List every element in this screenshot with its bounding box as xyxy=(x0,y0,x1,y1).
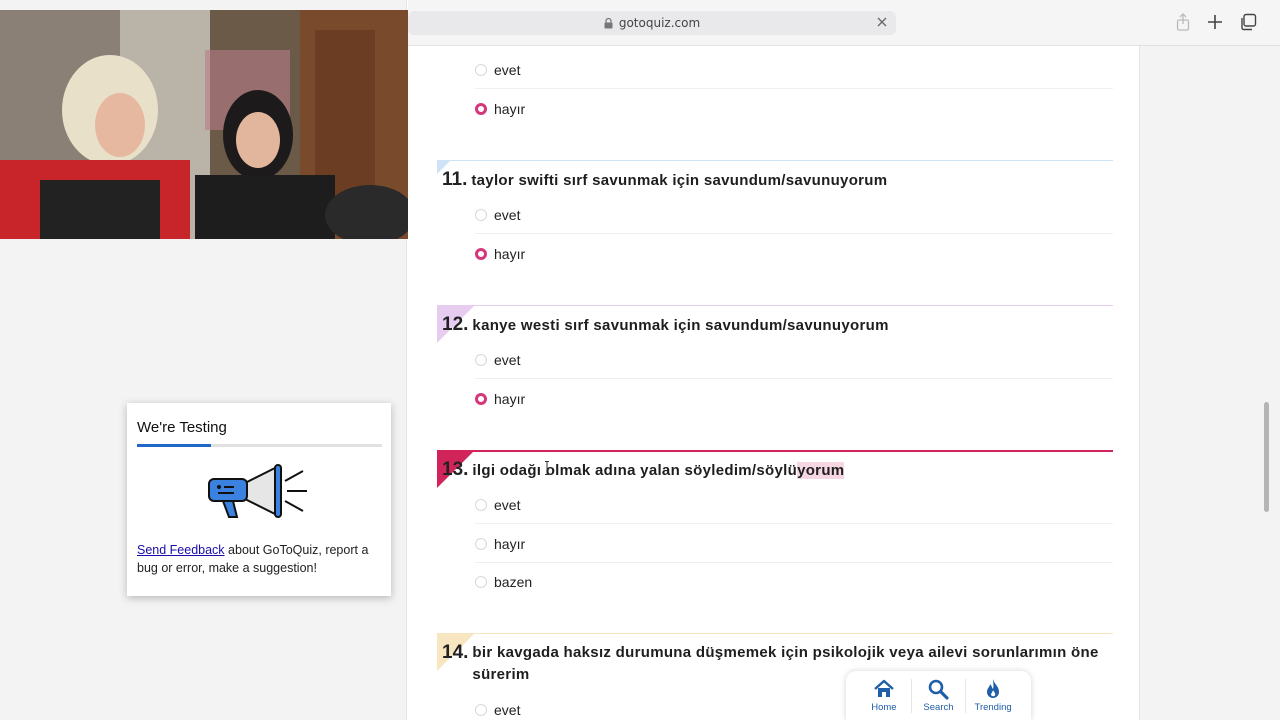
answer-label: hayır xyxy=(494,246,526,262)
answer-option[interactable]: hayır xyxy=(475,380,1113,418)
question-divider xyxy=(437,160,1113,161)
close-icon[interactable] xyxy=(876,16,888,28)
question-number: 14. xyxy=(442,642,469,663)
answer-label: hayır xyxy=(494,101,526,117)
radio-button[interactable] xyxy=(475,704,487,716)
answer-option[interactable]: bazen xyxy=(475,563,1113,601)
question-divider xyxy=(437,305,1113,306)
question-12: 12. kanye westi sırf savunmak için savun… xyxy=(437,305,1113,445)
answer-label: evet xyxy=(494,206,521,223)
question-13: 13. ilgi odağı olmak adına yalan söyledi… xyxy=(437,450,1113,630)
tab-overview-icon[interactable] xyxy=(1239,13,1257,31)
search-icon xyxy=(929,679,950,700)
answer-option[interactable]: evet xyxy=(475,196,1113,234)
answer-option[interactable]: hayır xyxy=(475,90,1113,128)
feedback-card-text: Send Feedback about GoToQuiz, report a b… xyxy=(137,541,387,577)
nav-search-label: Search xyxy=(923,702,954,713)
radio-button[interactable] xyxy=(475,63,487,76)
question-heading: 11. taylor swifti sırf savunmak için sav… xyxy=(442,169,887,192)
browser-toolbar: gotoquiz.com xyxy=(408,0,1280,46)
lock-icon xyxy=(604,17,613,28)
radio-button-checked[interactable] xyxy=(475,103,487,115)
bottom-navigation: Home Search Trending xyxy=(846,671,1031,720)
flame-icon xyxy=(987,679,1000,698)
nav-home-label: Home xyxy=(871,702,897,713)
question-11: 11. taylor swifti sırf savunmak için sav… xyxy=(437,160,1113,300)
nav-divider xyxy=(965,678,967,713)
selected-text-highlight: yorum xyxy=(797,462,845,479)
scrollbar-thumb[interactable] xyxy=(1264,402,1269,512)
question-number: 11. xyxy=(442,169,468,190)
webcam-video xyxy=(0,10,408,239)
feedback-card: We're Testing Send Feedback about GoToQu… xyxy=(127,403,391,596)
answer-label: evet xyxy=(494,496,521,513)
answer-option[interactable]: hayır xyxy=(475,525,1113,563)
right-page-background xyxy=(1140,0,1280,720)
text-cursor-icon xyxy=(545,461,549,475)
nav-divider xyxy=(910,678,912,713)
radio-button[interactable] xyxy=(475,353,487,366)
radio-button[interactable] xyxy=(475,537,487,550)
nav-trending[interactable]: Trending xyxy=(968,678,1018,713)
question-divider xyxy=(437,633,1113,634)
feedback-progress-fill xyxy=(137,444,211,447)
share-icon[interactable] xyxy=(1174,13,1192,31)
megaphone-icon xyxy=(208,464,307,518)
nav-trending-label: Trending xyxy=(974,702,1012,713)
answer-label: evet xyxy=(494,61,521,78)
answer-label: hayır xyxy=(494,391,526,407)
question-text: taylor swifti sırf savunmak için savundu… xyxy=(471,172,888,189)
radio-button[interactable] xyxy=(475,498,487,511)
answer-option[interactable]: evet xyxy=(475,51,1113,89)
feedback-card-title: We're Testing xyxy=(137,419,227,436)
question-10: evet hayır xyxy=(437,46,1113,158)
answer-option[interactable]: evet xyxy=(475,341,1113,379)
address-bar[interactable]: gotoquiz.com xyxy=(408,11,896,35)
question-number: 12. xyxy=(442,314,469,335)
answer-label: hayır xyxy=(494,535,526,552)
send-feedback-link[interactable]: Send Feedback xyxy=(137,543,225,557)
question-number: 13. xyxy=(442,459,469,480)
answer-option[interactable]: evet xyxy=(475,486,1113,524)
radio-button[interactable] xyxy=(475,576,487,588)
nav-search[interactable]: Search xyxy=(913,678,963,713)
url-text: gotoquiz.com xyxy=(618,16,701,30)
answer-label: bazen xyxy=(494,574,533,590)
radio-button-checked[interactable] xyxy=(475,393,487,405)
nav-home[interactable]: Home xyxy=(859,678,909,713)
radio-button-checked[interactable] xyxy=(475,248,487,260)
question-text: kanye westi sırf savunmak için savundum/… xyxy=(472,317,889,334)
home-icon xyxy=(874,679,894,697)
feedback-progress-bar xyxy=(137,444,382,447)
question-text-main: ilgi odağı olmak adına yalan söyledim/sö… xyxy=(472,462,798,479)
question-heading: 12. kanye westi sırf savunmak için savun… xyxy=(442,314,889,337)
new-tab-icon[interactable] xyxy=(1206,13,1224,31)
question-text: ilgi odağı olmak adına yalan söyledim/sö… xyxy=(472,460,845,482)
answer-label: evet xyxy=(494,351,521,368)
question-divider xyxy=(437,450,1113,452)
answer-label: evet xyxy=(494,702,521,718)
question-heading: 13. ilgi odağı olmak adına yalan söyledi… xyxy=(442,459,845,482)
answer-option[interactable]: hayır xyxy=(475,235,1113,273)
radio-button[interactable] xyxy=(475,208,487,221)
